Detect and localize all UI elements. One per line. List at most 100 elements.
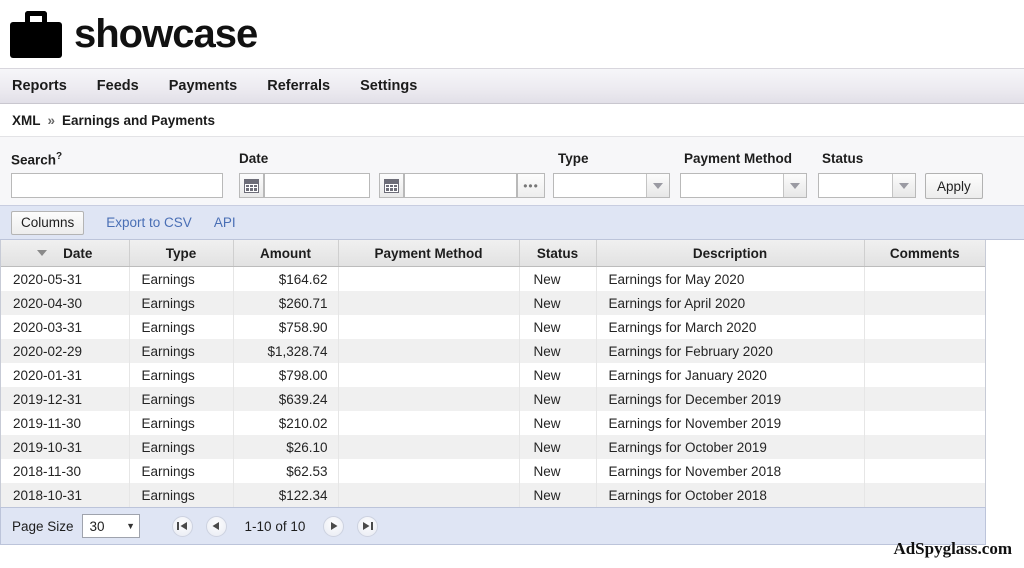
table-header-row: Date Type Amount Payment Method Status D… bbox=[1, 240, 985, 267]
cell-payment-method bbox=[338, 483, 520, 507]
cell-amount: $798.00 bbox=[233, 363, 339, 387]
search-help-marker[interactable]: ? bbox=[56, 151, 62, 162]
column-header-date[interactable]: Date bbox=[1, 240, 130, 267]
cell-type: Earnings bbox=[129, 266, 234, 291]
payment-method-select[interactable] bbox=[680, 173, 807, 198]
breadcrumb: XML » Earnings and Payments bbox=[0, 104, 1024, 136]
first-page-icon bbox=[176, 522, 187, 530]
cell-comments bbox=[864, 411, 985, 435]
next-page-icon bbox=[330, 522, 338, 530]
nav-item-referrals[interactable]: Referrals bbox=[267, 78, 330, 94]
chevron-down-icon bbox=[783, 174, 806, 197]
table-row[interactable]: 2020-03-31 Earnings $758.90 New Earnings for… bbox=[1, 315, 985, 339]
column-header-status[interactable]: Status bbox=[519, 240, 597, 267]
cell-type: Earnings bbox=[129, 363, 234, 387]
cell-amount: $122.34 bbox=[233, 483, 339, 507]
chevron-down-icon bbox=[646, 174, 669, 197]
apply-button[interactable]: Apply bbox=[925, 173, 983, 199]
column-header-description[interactable]: Description bbox=[596, 240, 865, 267]
cell-date: 2020-04-30 bbox=[1, 291, 130, 315]
column-header-type[interactable]: Type bbox=[129, 240, 234, 267]
cell-date: 2019-11-30 bbox=[1, 411, 130, 435]
nav-item-settings[interactable]: Settings bbox=[360, 78, 417, 94]
column-header-comments[interactable]: Comments bbox=[864, 240, 985, 267]
cell-description: Earnings for April 2020 bbox=[596, 291, 865, 315]
last-page-button[interactable] bbox=[357, 515, 379, 537]
cell-description: Earnings for February 2020 bbox=[596, 339, 865, 363]
cell-payment-method bbox=[338, 411, 520, 435]
cell-comments bbox=[864, 266, 985, 291]
cell-type: Earnings bbox=[129, 387, 234, 411]
cell-type: Earnings bbox=[129, 459, 234, 483]
cell-comments bbox=[864, 339, 985, 363]
breadcrumb-root[interactable]: XML bbox=[12, 113, 41, 128]
cell-status: New bbox=[519, 387, 597, 411]
table-row[interactable]: 2020-05-31 Earnings $164.62 New Earnings for… bbox=[1, 266, 985, 291]
cell-comments bbox=[864, 435, 985, 459]
table-row[interactable]: 2019-11-30 Earnings $210.02 New Earnings for… bbox=[1, 411, 985, 435]
search-label: Search? bbox=[11, 151, 62, 168]
table-row[interactable]: 2019-10-31 Earnings $26.10 New Earnings for … bbox=[1, 435, 985, 459]
cell-status: New bbox=[519, 339, 597, 363]
type-select-value bbox=[554, 174, 646, 197]
filter-panel: Search? Date ••• Type Payment Method Sta… bbox=[0, 136, 1024, 206]
briefcase-body bbox=[10, 21, 62, 58]
column-header-payment-method[interactable]: Payment Method bbox=[338, 240, 520, 267]
export-to-csv-link[interactable]: Export to CSV bbox=[106, 215, 192, 230]
table-row[interactable]: 2020-01-31 Earnings $798.00 New Earnings for… bbox=[1, 363, 985, 387]
status-select[interactable] bbox=[818, 173, 916, 198]
cell-amount: $26.10 bbox=[233, 435, 339, 459]
date-label: Date bbox=[239, 151, 269, 166]
cell-amount: $260.71 bbox=[233, 291, 339, 315]
cell-description: Earnings for November 2018 bbox=[596, 459, 865, 483]
first-page-button[interactable] bbox=[171, 515, 193, 537]
cell-description: Earnings for March 2020 bbox=[596, 315, 865, 339]
cell-comments bbox=[864, 363, 985, 387]
cell-status: New bbox=[519, 315, 597, 339]
columns-button[interactable]: Columns bbox=[11, 210, 85, 235]
page-size-select[interactable]: 30 ▼ bbox=[81, 514, 140, 538]
cell-payment-method bbox=[338, 291, 520, 315]
cell-status: New bbox=[519, 435, 597, 459]
cell-comments bbox=[864, 291, 985, 315]
cell-payment-method bbox=[338, 315, 520, 339]
chevron-down-icon bbox=[892, 174, 915, 197]
nav-item-reports[interactable]: Reports bbox=[12, 78, 67, 94]
table-body: 2020-05-31 Earnings $164.62 New Earnings for… bbox=[1, 266, 985, 507]
briefcase-handle bbox=[25, 10, 47, 23]
calendar-icon bbox=[244, 178, 259, 193]
cell-type: Earnings bbox=[129, 435, 234, 459]
cell-description: Earnings for November 2019 bbox=[596, 411, 865, 435]
date-from-input[interactable] bbox=[264, 173, 370, 198]
type-select[interactable] bbox=[553, 173, 670, 198]
date-presets-button[interactable]: ••• bbox=[517, 173, 545, 198]
search-input[interactable] bbox=[11, 173, 223, 198]
cell-type: Earnings bbox=[129, 483, 234, 507]
cell-amount: $1,328.74 bbox=[233, 339, 339, 363]
cell-date: 2018-11-30 bbox=[1, 459, 130, 483]
type-label: Type bbox=[558, 151, 589, 166]
cell-date: 2019-12-31 bbox=[1, 387, 130, 411]
nav-item-payments[interactable]: Payments bbox=[169, 78, 238, 94]
cell-date: 2020-05-31 bbox=[1, 266, 130, 291]
table-row[interactable]: 2020-02-29 Earnings $1,328.74 New Earnings f… bbox=[1, 339, 985, 363]
cell-description: Earnings for October 2019 bbox=[596, 435, 865, 459]
sort-desc-icon bbox=[37, 249, 48, 256]
cell-payment-method bbox=[338, 387, 520, 411]
table-row[interactable]: 2018-10-31 Earnings $122.34 New Earnings for… bbox=[1, 483, 985, 507]
calendar-icon-to[interactable] bbox=[379, 173, 404, 198]
next-page-button[interactable] bbox=[323, 515, 345, 537]
nav-item-feeds[interactable]: Feeds bbox=[97, 78, 139, 94]
payment-method-select-value bbox=[681, 174, 783, 197]
table-row[interactable]: 2019-12-31 Earnings $639.24 New Earnings for… bbox=[1, 387, 985, 411]
table-row[interactable]: 2020-04-30 Earnings $260.71 New Earnings for… bbox=[1, 291, 985, 315]
date-to-input[interactable] bbox=[404, 173, 517, 198]
calendar-icon-from[interactable] bbox=[239, 173, 264, 198]
table-row[interactable]: 2018-11-30 Earnings $62.53 New Earnings for … bbox=[1, 459, 985, 483]
grid-toolbar: Columns Export to CSV API bbox=[0, 206, 1024, 240]
cell-description: Earnings for December 2019 bbox=[596, 387, 865, 411]
column-header-amount[interactable]: Amount bbox=[233, 240, 339, 267]
api-link[interactable]: API bbox=[214, 215, 236, 230]
previous-page-button[interactable] bbox=[205, 515, 227, 537]
cell-comments bbox=[864, 315, 985, 339]
